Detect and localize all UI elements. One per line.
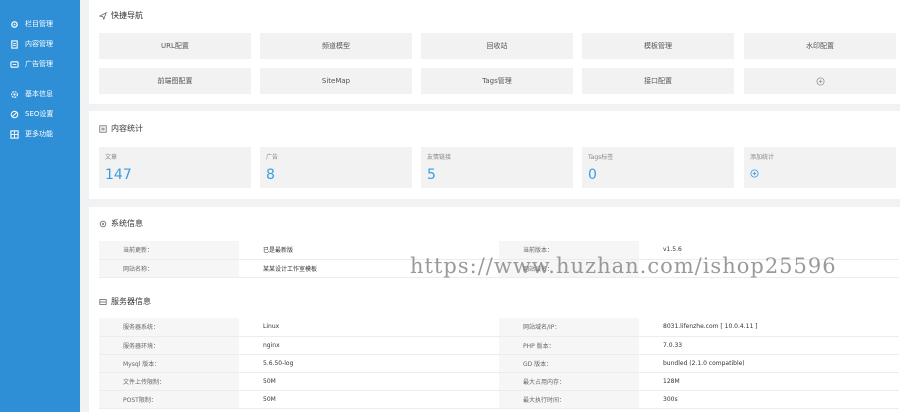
sidebar: 栏目管理 内容管理 广告管理 基本信息 SEO设置 更多功能: [0, 0, 80, 412]
sidebar-item-label: 基本信息: [25, 90, 53, 98]
api-config-button[interactable]: 接口配置: [582, 68, 734, 94]
quick-nav-panel: 快捷导航 URL配置 频道模型 回收站 模板管理 水印配置 前端图配置 Site…: [89, 0, 900, 104]
stat-add[interactable]: 添加统计: [744, 147, 896, 188]
value-cell: 50M: [239, 372, 499, 391]
key-cell: POST限制：: [99, 390, 239, 409]
server-icon: [99, 298, 107, 305]
plus-circle-icon: [815, 76, 825, 86]
key-cell: PHP 版本：: [499, 336, 639, 355]
content-stats-panel: 内容统计 文章 147 广告 8 友情链接 5 Tags标签 0 添加统计: [89, 111, 900, 199]
value-cell: Linux: [239, 318, 499, 337]
table-row: 服务器环境： nginx PHP 版本： 7.0.33: [99, 336, 899, 355]
stat-value: 8: [266, 167, 275, 183]
watermark-config-button[interactable]: 水印配置: [744, 33, 896, 59]
value-cell: 300s: [639, 390, 899, 409]
table-row: 文件上传限制： 50M 最大占用内存： 128M: [99, 372, 899, 391]
key-cell: 最大执行时间：: [499, 390, 639, 409]
stat-label: Tags标签: [588, 154, 614, 161]
watermark-text: https://www.huzhan.com/ishop25596: [410, 254, 837, 278]
stat-ads[interactable]: 广告 8: [260, 147, 412, 188]
key-cell: 网站名称：: [99, 259, 239, 278]
table-row: Mysql 版本： 5.6.50-log GD 版本： bundled (2.1…: [99, 354, 899, 373]
value-cell: 128M: [639, 372, 899, 391]
system-info-panel: 系统信息 当前更新： 已是最新版 当前版本： v1.5.6 网站名称： 某某设计…: [89, 207, 900, 412]
stat-value: 0: [588, 167, 597, 183]
recycle-bin-button[interactable]: 回收站: [421, 33, 573, 59]
sidebar-item-label: 内容管理: [25, 40, 53, 48]
stat-label: 文章: [105, 154, 118, 161]
list-icon: [99, 124, 107, 133]
system-info-title: 系统信息: [99, 218, 143, 229]
key-cell: 最大占用内存：: [499, 372, 639, 391]
sidebar-item-basic-info[interactable]: 基本信息: [0, 84, 80, 104]
stat-value: 5: [427, 167, 436, 183]
sidebar-item-ads[interactable]: 广告管理: [0, 54, 80, 74]
sidebar-item-label: 更多功能: [25, 130, 53, 138]
stat-label: 广告: [266, 154, 279, 161]
key-cell: 服务器系统：: [99, 318, 239, 337]
document-icon: [11, 39, 18, 49]
table-row: 服务器系统： Linux 网站域名/IP： 8031.lifenzhe.com …: [99, 318, 899, 337]
value-cell: 7.0.33: [639, 336, 899, 355]
server-info-title: 服务器信息: [99, 296, 151, 307]
sidebar-item-column[interactable]: 栏目管理: [0, 14, 80, 34]
key-cell: GD 版本：: [499, 354, 639, 373]
key-cell: 网站域名/IP：: [499, 318, 639, 337]
key-cell: 文件上传限制：: [99, 372, 239, 391]
url-config-button[interactable]: URL配置: [99, 33, 251, 59]
send-icon: [99, 11, 107, 20]
sidebar-item-label: SEO设置: [25, 110, 54, 118]
sidebar-item-content[interactable]: 内容管理: [0, 34, 80, 54]
table-row: POST限制： 50M 最大执行时间： 300s: [99, 390, 899, 409]
tags-manage-button[interactable]: Tags管理: [421, 68, 573, 94]
quick-nav-title-text: 快捷导航: [111, 11, 143, 20]
channel-model-button[interactable]: 频道模型: [260, 33, 412, 59]
server-info-table: 服务器系统： Linux 网站域名/IP： 8031.lifenzhe.com …: [99, 318, 899, 409]
key-cell: Mysql 版本：: [99, 354, 239, 373]
stat-links[interactable]: 友情链接 5: [421, 147, 573, 188]
value-cell: 8031.lifenzhe.com [ 10.0.4.11 ]: [639, 318, 899, 337]
stat-tags[interactable]: Tags标签 0: [582, 147, 734, 188]
main-content: 快捷导航 URL配置 频道模型 回收站 模板管理 水印配置 前端图配置 Site…: [89, 0, 900, 412]
key-cell: 当前更新：: [99, 241, 239, 260]
sitemap-button[interactable]: SiteMap: [260, 68, 412, 94]
system-info-title-text: 系统信息: [111, 219, 143, 228]
value-cell: 5.6.50-log: [239, 354, 499, 373]
stat-articles[interactable]: 文章 147: [99, 147, 251, 188]
content-stats-title: 内容统计: [99, 123, 143, 134]
stat-value: 147: [105, 167, 132, 183]
plus-circle-icon: [750, 169, 759, 178]
gear-icon: [11, 20, 18, 28]
key-cell: 服务器环境：: [99, 336, 239, 355]
sidebar-item-label: 栏目管理: [25, 20, 53, 28]
server-info-title-text: 服务器信息: [111, 297, 151, 306]
settings-icon: [11, 90, 18, 98]
gear-icon: [99, 220, 107, 227]
value-cell: 50M: [239, 390, 499, 409]
grid-icon: [10, 129, 19, 139]
frontend-image-config-button[interactable]: 前端图配置: [99, 68, 251, 94]
seo-icon: [10, 110, 19, 118]
ad-icon: [10, 60, 19, 68]
add-shortcut-button[interactable]: [744, 68, 896, 94]
sidebar-item-more[interactable]: 更多功能: [0, 124, 80, 144]
stat-label: 添加统计: [750, 154, 775, 161]
content-stats-title-text: 内容统计: [111, 124, 143, 133]
quick-nav-title: 快捷导航: [99, 10, 143, 21]
value-cell: nginx: [239, 336, 499, 355]
template-manage-button[interactable]: 模板管理: [582, 33, 734, 59]
value-cell: bundled (2.1.0 compatible): [639, 354, 899, 373]
add-stat-icon-wrap: [750, 169, 890, 180]
stat-label: 友情链接: [427, 154, 452, 161]
sidebar-item-seo[interactable]: SEO设置: [0, 104, 80, 124]
sidebar-item-label: 广告管理: [25, 60, 53, 68]
